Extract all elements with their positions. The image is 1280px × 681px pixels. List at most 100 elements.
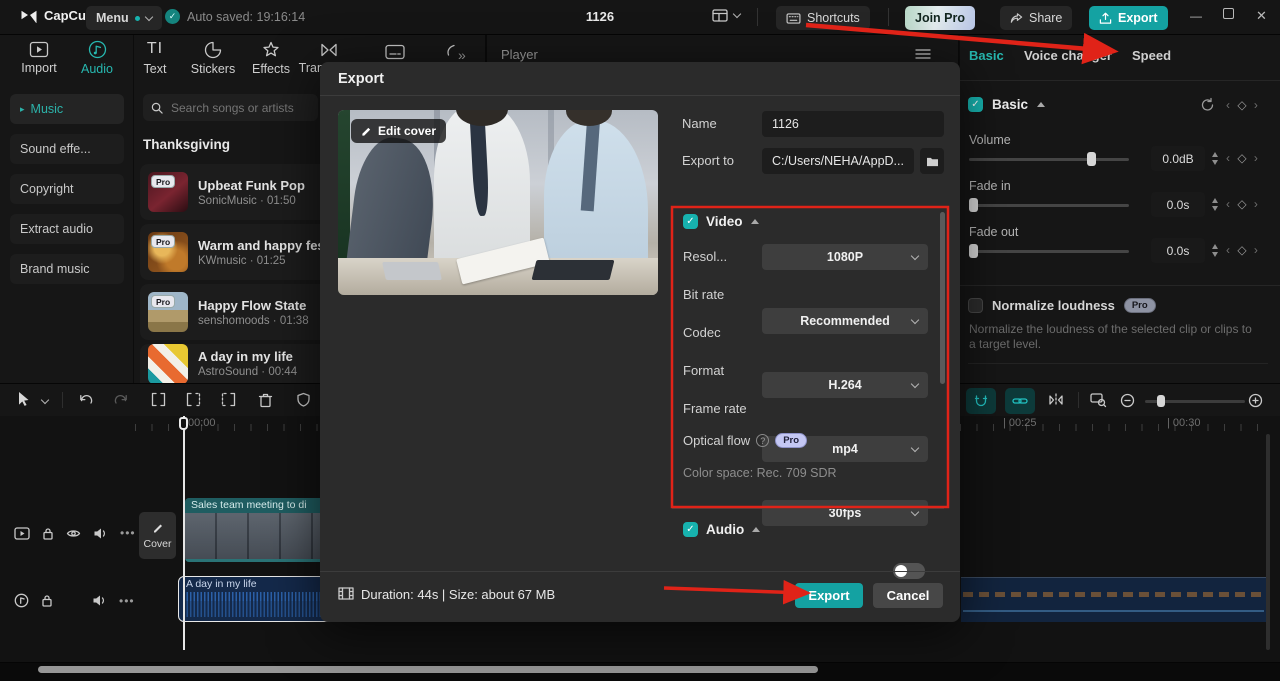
keyframe-controls[interactable]: ‹ ◇ › [1226, 197, 1260, 211]
captions-tab-icon[interactable] [385, 44, 405, 60]
share-button[interactable]: Share [1000, 6, 1072, 30]
filters-tab-icon[interactable] [444, 44, 458, 60]
fade-in-stepper[interactable] [1208, 192, 1221, 217]
fade-out-slider-thumb[interactable] [969, 244, 978, 258]
volume-slider-thumb[interactable] [1087, 152, 1096, 166]
volume-stepper[interactable] [1208, 146, 1221, 171]
preview-frame-icon[interactable] [1090, 392, 1107, 408]
framerate-select[interactable]: 30fps [762, 500, 928, 526]
minimize-button[interactable]: — [1190, 9, 1202, 23]
timeline-hscrollbar[interactable] [38, 666, 818, 673]
tab-text[interactable]: TI Text [126, 40, 184, 76]
basic-checkbox[interactable]: ✓ [968, 97, 983, 112]
music-search-box[interactable] [143, 94, 318, 121]
player-menu-icon[interactable] [915, 48, 931, 60]
fade-out-stepper[interactable] [1208, 238, 1221, 263]
playhead-handle[interactable] [179, 417, 188, 430]
music-track-item[interactable]: A day in my lifeAstroSound · 00:44 [140, 344, 340, 383]
keyframe-controls[interactable]: ‹ ◇ › [1226, 243, 1260, 257]
collapse-arrow-icon[interactable] [1037, 102, 1045, 107]
sidebar-item-music[interactable]: ▸ Music [10, 94, 124, 124]
export-name-input[interactable] [762, 111, 944, 137]
cancel-button[interactable]: Cancel [873, 583, 943, 608]
close-button[interactable]: ✕ [1256, 8, 1267, 24]
bitrate-select[interactable]: Recommended [762, 308, 928, 334]
mute-speaker-icon[interactable] [92, 594, 107, 607]
search-input[interactable] [169, 100, 304, 116]
timeline-vscrollbar[interactable] [1266, 434, 1270, 650]
export-confirm-button[interactable]: Export [795, 583, 863, 608]
audio-clip-segment[interactable] [961, 577, 1266, 622]
split-icon[interactable] [150, 392, 167, 407]
music-track-item[interactable]: Pro Happy Flow Statesenshomoods · 01:38 [140, 284, 340, 340]
export-button-top[interactable]: Export [1089, 6, 1168, 30]
undo-icon[interactable] [78, 392, 94, 408]
maximize-button[interactable] [1223, 8, 1234, 19]
music-track-item[interactable]: Pro Upbeat Funk PopSonicMusic · 01:50 [140, 164, 340, 220]
bitrate-label: Bit rate [683, 287, 724, 302]
lock-icon[interactable] [41, 594, 53, 607]
tab-audio[interactable]: Audio [68, 40, 126, 76]
normalize-checkbox[interactable]: ✓ [968, 298, 983, 313]
browse-folder-button[interactable] [920, 148, 944, 174]
menu-button[interactable]: Menu [86, 6, 162, 30]
lock-icon[interactable] [42, 527, 54, 540]
eye-icon[interactable] [66, 528, 81, 539]
fade-in-value[interactable]: 0.0s [1151, 192, 1205, 217]
codec-select[interactable]: H.264 [762, 372, 928, 398]
more-tabs-chevrons[interactable]: » [458, 47, 466, 63]
music-track-item[interactable]: Pro Warm and happy festiKWmusic · 01:25 [140, 224, 340, 280]
collapse-arrow-icon[interactable] [751, 219, 759, 224]
edit-cover-button[interactable]: Edit cover [351, 119, 446, 143]
tab-effects[interactable]: Effects [242, 41, 300, 76]
collapse-arrow-icon[interactable] [752, 527, 760, 532]
tab-stickers[interactable]: Stickers [184, 41, 242, 76]
keyframe-controls[interactable]: ‹ ◇ › [1226, 151, 1260, 165]
reset-icon[interactable] [1200, 97, 1215, 112]
tab-speed[interactable]: Speed [1132, 48, 1171, 63]
fade-in-slider-thumb[interactable] [969, 198, 978, 212]
zoom-slider-thumb[interactable] [1157, 395, 1165, 407]
volume-slider[interactable] [969, 158, 1129, 161]
cover-button[interactable]: Cover [139, 512, 176, 559]
info-icon[interactable]: ? [756, 434, 769, 447]
sidebar-item-extract-audio[interactable]: Extract audio [10, 214, 124, 244]
volume-value[interactable]: 0.0dB [1151, 146, 1205, 171]
track-more-icon[interactable]: ••• [119, 594, 135, 608]
split-left-icon[interactable] [185, 392, 202, 407]
track-more-icon[interactable]: ••• [120, 526, 136, 540]
fade-out-slider[interactable] [969, 250, 1129, 253]
sidebar-item-sound-effects[interactable]: Sound effe... [10, 134, 124, 164]
timeline-zoom-slider[interactable] [1145, 400, 1245, 403]
audio-checkbox[interactable]: ✓ [683, 522, 698, 537]
zoom-out-icon[interactable] [1120, 393, 1135, 408]
sidebar-item-copyright[interactable]: Copyright [10, 174, 124, 204]
resolution-select[interactable]: 1080P [762, 244, 928, 270]
magnet-snap-button[interactable] [966, 388, 996, 414]
delete-trash-icon[interactable] [258, 392, 273, 408]
fade-out-value[interactable]: 0.0s [1151, 238, 1205, 263]
keyframe-controls[interactable]: ‹ ◇ › [1226, 98, 1260, 112]
shortcuts-button[interactable]: Shortcuts [776, 6, 870, 30]
playhead-line[interactable] [183, 416, 185, 650]
cursor-mode-chevron[interactable] [41, 396, 49, 404]
dialog-scrollbar[interactable] [940, 212, 945, 384]
video-checkbox[interactable]: ✓ [683, 214, 698, 229]
link-clips-button[interactable] [1005, 388, 1035, 414]
zoom-in-icon[interactable] [1248, 393, 1263, 408]
sidebar-item-brand-music[interactable]: Brand music [10, 254, 124, 284]
export-cover-preview[interactable]: Edit cover [338, 110, 658, 295]
select-cursor-icon[interactable] [18, 391, 32, 408]
tab-basic[interactable]: Basic [969, 48, 1004, 63]
layout-switcher[interactable] [712, 9, 740, 22]
fade-in-slider[interactable] [969, 204, 1129, 207]
mirror-icon[interactable] [1048, 393, 1064, 407]
export-path-input[interactable] [762, 148, 914, 174]
split-right-icon[interactable] [220, 392, 237, 407]
redo-icon[interactable] [113, 392, 129, 408]
mute-speaker-icon[interactable] [93, 527, 108, 540]
tab-voice-changer[interactable]: Voice changer [1024, 48, 1112, 63]
join-pro-button[interactable]: Join Pro [905, 6, 975, 30]
tab-import[interactable]: Import [10, 41, 68, 75]
shield-ai-icon[interactable] [296, 392, 311, 408]
